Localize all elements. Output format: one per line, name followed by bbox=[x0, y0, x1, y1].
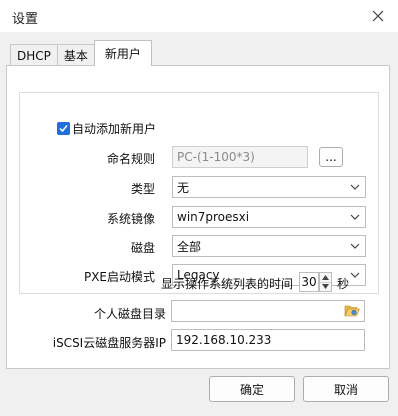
caret-down-icon bbox=[322, 284, 329, 290]
tab-panel-new-user: 自动添加新用户 命名规则 PC-(1-100*3) ... 类型 无 系统镜像 … bbox=[6, 65, 390, 369]
close-button[interactable] bbox=[368, 6, 388, 26]
cancel-button[interactable]: 取消 bbox=[303, 376, 389, 402]
window-title: 设置 bbox=[12, 12, 39, 27]
chevron-down-icon bbox=[350, 214, 360, 220]
os-list-time-unit: 秒 bbox=[337, 277, 350, 291]
naming-rule-label: 命名规则 bbox=[106, 152, 155, 166]
checkbox-checked[interactable] bbox=[57, 122, 70, 135]
pxe-mode-label: PXE启动模式 bbox=[83, 270, 155, 284]
chevron-down-icon bbox=[350, 184, 360, 190]
tab-dhcp[interactable]: DHCP bbox=[10, 44, 58, 66]
os-list-time-label: 显示操作系统列表的时间 bbox=[161, 277, 294, 291]
type-label: 类型 bbox=[130, 182, 155, 196]
system-image-label: 系统镜像 bbox=[106, 212, 155, 226]
iscsi-ip-label: iSCSI云磁盘服务器IP bbox=[52, 336, 166, 350]
system-image-value: win7proesxi bbox=[177, 210, 250, 224]
personal-disk-dir-input[interactable] bbox=[171, 300, 365, 322]
tab-new-user[interactable]: 新用户 bbox=[93, 40, 152, 66]
iscsi-ip-value: 192.168.10.233 bbox=[176, 333, 272, 347]
naming-rule-field: PC-(1-100*3) bbox=[172, 146, 308, 168]
personal-disk-dir-label: 个人磁盘目录 bbox=[93, 307, 166, 321]
chevron-down-icon bbox=[350, 272, 360, 278]
type-select[interactable]: 无 bbox=[172, 176, 366, 198]
disk-select[interactable]: 全部 bbox=[172, 235, 366, 257]
naming-rule-value: PC-(1-100*3) bbox=[177, 150, 255, 164]
ok-button[interactable]: 确定 bbox=[209, 376, 295, 402]
title-bar: 设置 bbox=[0, 0, 398, 32]
iscsi-ip-input[interactable]: 192.168.10.233 bbox=[171, 329, 365, 351]
personal-disk-browse-button[interactable] bbox=[342, 301, 362, 321]
tab-strip: DHCP 基本 新用户 bbox=[10, 40, 152, 66]
auto-add-checkbox[interactable]: 自动添加新用户 bbox=[57, 120, 156, 137]
system-image-select[interactable]: win7proesxi bbox=[172, 206, 366, 228]
spin-down-button[interactable] bbox=[320, 283, 331, 292]
dialog-body: DHCP 基本 新用户 自动添加新用户 命名规则 PC-(1-100*3) ..… bbox=[0, 32, 398, 416]
close-icon bbox=[372, 10, 384, 22]
type-value: 无 bbox=[177, 180, 190, 195]
naming-rule-browse-button[interactable]: ... bbox=[319, 147, 343, 167]
os-list-time-input[interactable]: 30 bbox=[299, 272, 319, 292]
disk-value: 全部 bbox=[177, 239, 202, 254]
chevron-down-icon bbox=[350, 243, 360, 249]
folder-open-icon bbox=[344, 305, 360, 317]
checkmark-icon bbox=[59, 125, 68, 133]
spin-up-button[interactable] bbox=[320, 273, 331, 283]
tab-basic[interactable]: 基本 bbox=[56, 44, 95, 66]
disk-label: 磁盘 bbox=[130, 241, 155, 255]
os-list-time-spinner[interactable] bbox=[319, 272, 332, 292]
caret-up-icon bbox=[322, 274, 329, 280]
auto-add-label: 自动添加新用户 bbox=[72, 122, 157, 136]
